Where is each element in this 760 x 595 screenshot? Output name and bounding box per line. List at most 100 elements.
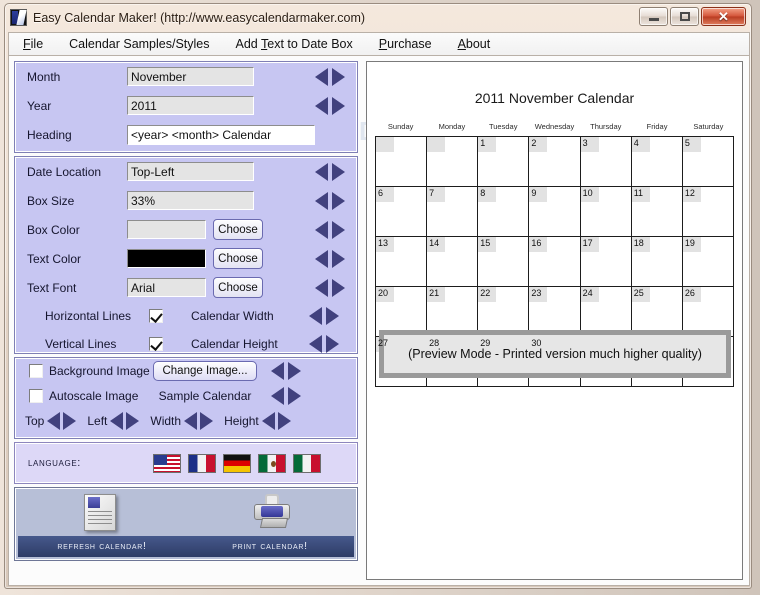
- background-image-prev-icon[interactable]: [271, 361, 284, 380]
- menu-item-file[interactable]: File: [23, 37, 43, 51]
- calendar-day-cell[interactable]: 17: [580, 237, 632, 287]
- day-header-wednesday: Wednesday: [534, 122, 575, 131]
- image-width-next-icon[interactable]: [200, 412, 214, 430]
- box-size-input[interactable]: 33%: [127, 191, 254, 210]
- calendar-day-cell[interactable]: 2: [529, 137, 581, 187]
- calendar-day-cell[interactable]: 18: [631, 237, 683, 287]
- month-input[interactable]: November: [127, 67, 254, 86]
- calendar-day-cell[interactable]: [376, 137, 428, 187]
- day-number: 17: [582, 238, 593, 248]
- calendar-width-next-icon[interactable]: [326, 307, 339, 325]
- refresh-calendar-label[interactable]: Refresh Calendar!: [18, 536, 186, 557]
- flag-united-states-icon[interactable]: [153, 453, 181, 473]
- image-left-next-icon[interactable]: [126, 412, 140, 430]
- box-size-next-icon[interactable]: [332, 191, 345, 210]
- calendar-day-cell[interactable]: 14: [427, 237, 479, 287]
- calendar-day-cell[interactable]: 12: [682, 187, 734, 237]
- close-button[interactable]: ✕: [701, 7, 746, 26]
- calendar-day-cell[interactable]: 8: [478, 187, 530, 237]
- calendar-height-prev-icon[interactable]: [309, 335, 322, 353]
- calendar-preview-panel: 2011 November Calendar Sunday Monday Tue…: [366, 61, 743, 580]
- minimize-button[interactable]: [639, 7, 668, 26]
- text-color-prev-icon[interactable]: [315, 249, 328, 268]
- sample-calendar-prev-icon[interactable]: [271, 386, 284, 405]
- text-font-input[interactable]: Arial: [127, 278, 206, 297]
- image-top-next-icon[interactable]: [63, 412, 77, 430]
- image-width-prev-icon[interactable]: [184, 412, 198, 430]
- calendar-day-cell[interactable]: 7: [427, 187, 479, 237]
- date-location-prev-icon[interactable]: [315, 162, 328, 181]
- box-color-row: Box Color Choose: [15, 215, 357, 244]
- maximize-button[interactable]: [670, 7, 699, 26]
- text-font-prev-icon[interactable]: [315, 278, 328, 297]
- year-prev-icon[interactable]: [315, 96, 328, 115]
- image-top-label: Top: [25, 414, 45, 428]
- image-top-prev-icon[interactable]: [47, 412, 61, 430]
- year-input[interactable]: 2011: [127, 96, 254, 115]
- horizontal-lines-checkbox[interactable]: [149, 309, 163, 323]
- flag-france-icon[interactable]: [188, 453, 216, 473]
- document-icon: [80, 492, 122, 532]
- calendar-day-cell[interactable]: 6: [376, 187, 428, 237]
- text-color-next-icon[interactable]: [332, 249, 345, 268]
- autoscale-image-checkbox[interactable]: [29, 388, 43, 403]
- calendar-day-cell[interactable]: 3: [580, 137, 632, 187]
- background-image-next-icon[interactable]: [288, 361, 301, 380]
- calendar-day-cell[interactable]: 10: [580, 187, 632, 237]
- month-next-icon[interactable]: [332, 67, 345, 86]
- text-font-row: Text Font Arial Choose: [15, 273, 357, 302]
- calendar-week-row: 1 2 3 4 5: [376, 137, 734, 187]
- text-font-next-icon[interactable]: [332, 278, 345, 297]
- calendar-day-cell[interactable]: 4: [631, 137, 683, 187]
- month-prev-icon[interactable]: [315, 67, 328, 86]
- box-size-prev-icon[interactable]: [315, 191, 328, 210]
- close-icon: ✕: [718, 9, 729, 24]
- calendar-day-cell[interactable]: 11: [631, 187, 683, 237]
- menu-item-add-text[interactable]: Add Text to Date Box: [236, 37, 353, 51]
- day-header-monday: Monday: [438, 122, 466, 131]
- menu-item-purchase[interactable]: Purchase: [379, 37, 432, 51]
- date-location-input[interactable]: Top-Left: [127, 162, 254, 181]
- background-image-checkbox[interactable]: [29, 363, 43, 378]
- calendar-day-cell[interactable]: 13: [376, 237, 428, 287]
- image-height-next-icon[interactable]: [277, 412, 291, 430]
- calendar-day-cell[interactable]: [427, 137, 479, 187]
- heading-input[interactable]: <year> <month> Calendar: [127, 124, 315, 145]
- calendar-day-cell[interactable]: 16: [529, 237, 581, 287]
- year-next-icon[interactable]: [332, 96, 345, 115]
- menu-item-about[interactable]: About: [458, 37, 491, 51]
- box-color-next-icon[interactable]: [332, 220, 345, 239]
- maximize-icon: [679, 12, 690, 21]
- vertical-lines-checkbox[interactable]: [149, 337, 163, 351]
- calendar-day-cell[interactable]: 15: [478, 237, 530, 287]
- calendar-day-cell[interactable]: 1: [478, 137, 530, 187]
- text-color-swatch[interactable]: [127, 249, 206, 268]
- print-calendar-label[interactable]: Print Calendar!: [186, 536, 354, 557]
- refresh-calendar-button[interactable]: [15, 488, 186, 535]
- window-title: Easy Calendar Maker! (http://www.easycal…: [33, 10, 366, 25]
- calendar-day-cell[interactable]: 9: [529, 187, 581, 237]
- flag-mexico-icon[interactable]: [258, 453, 286, 473]
- image-left-prev-icon[interactable]: [110, 412, 124, 430]
- box-color-choose-button[interactable]: Choose: [213, 219, 263, 240]
- box-color-prev-icon[interactable]: [315, 220, 328, 239]
- menu-item-calendar-samples[interactable]: Calendar Samples/Styles: [69, 37, 209, 51]
- sample-calendar-next-icon[interactable]: [288, 386, 301, 405]
- day-number: 28: [429, 338, 440, 348]
- print-calendar-button[interactable]: [186, 488, 357, 535]
- change-image-button[interactable]: Change Image...: [153, 360, 257, 381]
- box-color-swatch[interactable]: [127, 220, 206, 239]
- calendar-day-cell[interactable]: 19: [682, 237, 734, 287]
- flag-germany-icon[interactable]: [223, 453, 251, 473]
- calendar-height-next-icon[interactable]: [326, 335, 339, 353]
- date-location-next-icon[interactable]: [332, 162, 345, 181]
- day-header-saturday: Saturday: [693, 122, 724, 131]
- image-height-prev-icon[interactable]: [261, 412, 275, 430]
- text-color-choose-button[interactable]: Choose: [213, 248, 263, 269]
- calendar-day-cell[interactable]: 5: [682, 137, 734, 187]
- day-number: 30: [531, 338, 542, 348]
- calendar-width-prev-icon[interactable]: [309, 307, 322, 325]
- flag-italy-icon[interactable]: [293, 453, 321, 473]
- text-font-choose-button[interactable]: Choose: [213, 277, 263, 298]
- date-location-row: Date Location Top-Left: [15, 157, 357, 186]
